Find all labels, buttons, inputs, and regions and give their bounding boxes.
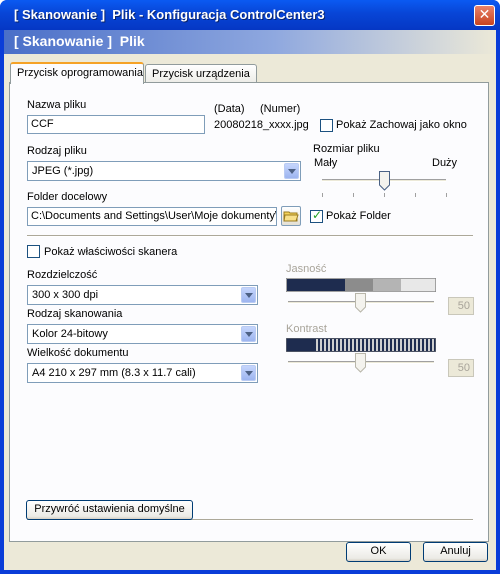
file-name-label: Nazwa pliku xyxy=(27,99,87,111)
restore-defaults-button[interactable]: Przywróć ustawienia domyślne xyxy=(26,500,193,520)
tick-mark xyxy=(384,193,385,197)
tab-device-button[interactable]: Przycisk urządzenia xyxy=(145,64,257,84)
chevron-down-icon[interactable] xyxy=(241,365,256,381)
divider xyxy=(27,235,473,237)
brightness-thumb[interactable] xyxy=(355,293,366,313)
tab-panel: Nazwa pliku CCF (Data) (Numer) 20080218_… xyxy=(9,82,489,542)
file-name-input[interactable]: CCF xyxy=(27,115,205,134)
resolution-value: 300 x 300 dpi xyxy=(32,289,99,301)
dialog-body: [ Skanowanie ] Plik Przycisk oprogramowa… xyxy=(4,30,496,570)
destination-folder-label: Folder docelowy xyxy=(27,191,108,203)
ok-button[interactable]: OK xyxy=(346,542,411,562)
browse-folder-button[interactable] xyxy=(281,206,301,226)
show-save-as-checkbox[interactable] xyxy=(320,119,333,132)
file-size-max-label: Duży xyxy=(432,157,458,169)
contrast-pattern-bar xyxy=(286,338,436,352)
header-banner: [ Skanowanie ] Plik xyxy=(4,30,496,54)
show-folder-label: Pokaż Folder xyxy=(326,210,391,222)
file-type-select[interactable]: JPEG (*.jpg) xyxy=(27,161,301,181)
file-size-thumb[interactable] xyxy=(379,171,390,191)
tick-mark xyxy=(446,193,447,197)
scan-type-label: Rodzaj skanowania xyxy=(27,308,123,320)
folder-icon xyxy=(283,211,299,222)
window-title: [ Skanowanie ] Plik - Konfiguracja Contr… xyxy=(14,7,325,22)
number-label: (Numer) xyxy=(260,103,301,115)
header-title: [ Skanowanie ] Plik xyxy=(14,33,145,49)
dialog-window: [ Skanowanie ] Plik - Konfiguracja Contr… xyxy=(0,0,500,574)
contrast-slider[interactable] xyxy=(286,353,436,377)
file-size-slider[interactable] xyxy=(318,171,450,201)
brightness-gradient-bar xyxy=(286,278,436,292)
tab-software-button[interactable]: Przycisk oprogramowania xyxy=(10,62,144,84)
document-size-select[interactable]: A4 210 x 297 mm (8.3 x 11.7 cali) xyxy=(27,363,258,383)
chevron-down-icon[interactable] xyxy=(284,163,299,179)
file-name-example: 20080218_xxxx.jpg xyxy=(214,119,309,131)
tick-mark xyxy=(322,193,323,197)
brightness-slider[interactable] xyxy=(286,293,436,317)
resolution-select[interactable]: 300 x 300 dpi xyxy=(27,285,258,305)
contrast-thumb[interactable] xyxy=(355,353,366,373)
brightness-label: Jasność xyxy=(286,263,327,275)
document-size-value: A4 210 x 297 mm (8.3 x 11.7 cali) xyxy=(32,367,196,379)
file-size-label: Rozmiar pliku xyxy=(313,143,380,155)
date-label: (Data) xyxy=(214,103,245,115)
scan-type-value: Kolor 24-bitowy xyxy=(32,328,108,340)
chevron-down-icon[interactable] xyxy=(241,326,256,342)
file-type-label: Rodzaj pliku xyxy=(27,145,87,157)
tick-mark xyxy=(353,193,354,197)
show-scanner-props-checkbox[interactable] xyxy=(27,245,40,258)
show-scanner-props-label: Pokaż właściwości skanera xyxy=(44,246,178,258)
cancel-button[interactable]: Anuluj xyxy=(423,542,488,562)
show-save-as-label: Pokaż Zachowaj jako okno xyxy=(336,119,467,131)
close-button[interactable]: ✕ xyxy=(474,5,495,26)
contrast-value[interactable]: 50 xyxy=(448,359,474,377)
file-type-value: JPEG (*.jpg) xyxy=(32,165,94,177)
contrast-label: Kontrast xyxy=(286,323,327,335)
scan-type-select[interactable]: Kolor 24-bitowy xyxy=(27,324,258,344)
tick-mark xyxy=(415,193,416,197)
document-size-label: Wielkość dokumentu xyxy=(27,347,129,359)
title-bar[interactable]: [ Skanowanie ] Plik - Konfiguracja Contr… xyxy=(0,0,500,30)
show-folder-checkbox[interactable] xyxy=(310,208,323,223)
brightness-value[interactable]: 50 xyxy=(448,297,474,315)
destination-folder-input[interactable]: C:\Documents and Settings\User\Moje doku… xyxy=(27,207,277,226)
resolution-label: Rozdzielczość xyxy=(27,269,98,281)
chevron-down-icon[interactable] xyxy=(241,287,256,303)
file-size-min-label: Mały xyxy=(314,157,338,169)
